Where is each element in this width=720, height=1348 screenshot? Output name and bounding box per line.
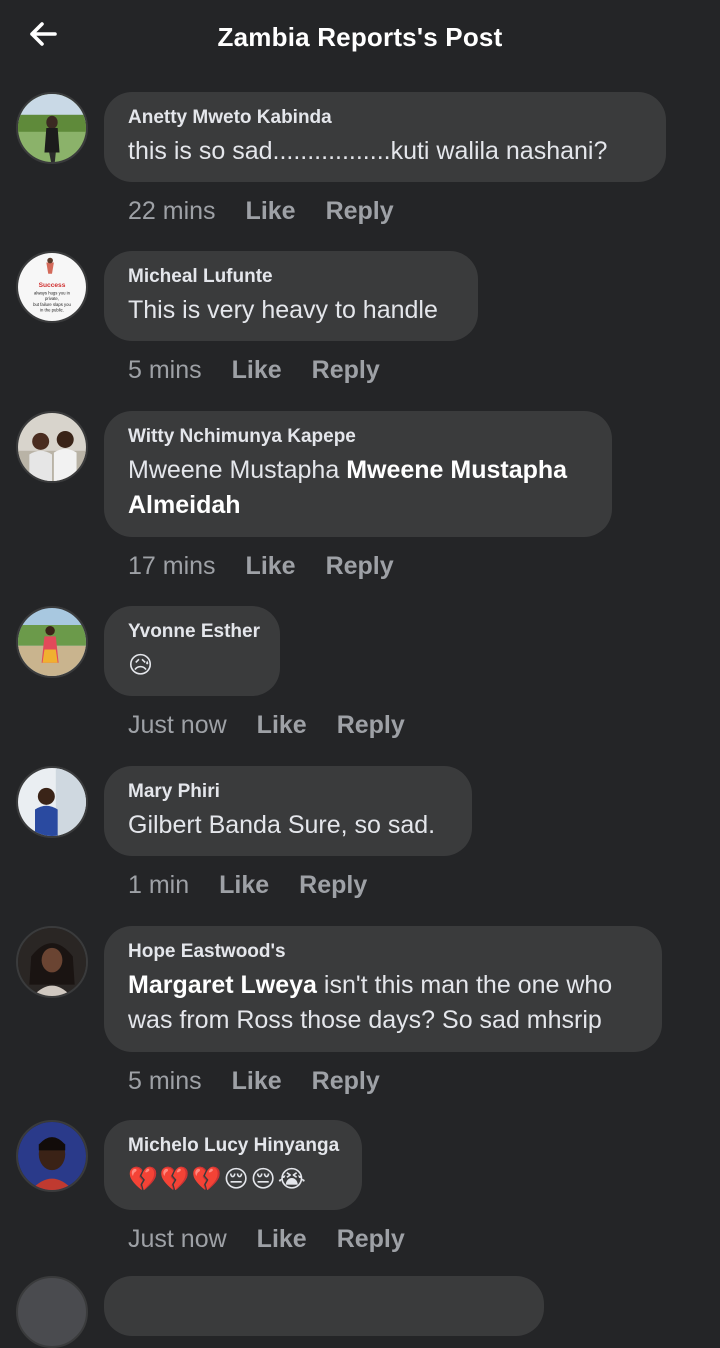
mention-link[interactable]: Mweene Mustapha — [346, 456, 567, 484]
avatar-text: Success — [39, 282, 66, 289]
comment-author[interactable]: Yvonne Esther — [128, 620, 260, 644]
like-button[interactable]: Like — [219, 870, 269, 900]
comment-bubble[interactable]: Michelo Lucy Hinyanga 💔💔💔😔😔😭 — [104, 1120, 362, 1210]
comment-meta: 5 mins Like Reply — [128, 355, 410, 385]
avatar-text: but failure slaps you — [33, 302, 71, 307]
comment-time[interactable]: 5 mins — [128, 355, 202, 385]
reply-button[interactable]: Reply — [299, 870, 367, 900]
avatar[interactable] — [16, 1120, 88, 1192]
comment-text: Mweene Mustapha Mweene Mustapha Almeidah — [128, 453, 588, 523]
top-bar: Zambia Reports's Post — [0, 0, 720, 78]
comment-bubble[interactable]: Anetty Mweto Kabinda this is so sad.....… — [104, 92, 666, 182]
reply-button[interactable]: Reply — [312, 1066, 380, 1096]
comment-author[interactable]: Hope Eastwood's — [128, 940, 638, 964]
comment-text-part: Mweene Mustapha — [128, 456, 347, 484]
avatar[interactable] — [16, 1276, 88, 1348]
comment-text: 💔💔💔😔😔😭 — [128, 1165, 308, 1193]
like-button[interactable]: Like — [246, 196, 296, 226]
comment-bubble[interactable] — [104, 1276, 544, 1336]
like-button[interactable]: Like — [246, 551, 296, 581]
comment-text: This is very heavy to handle — [128, 296, 438, 324]
avatar[interactable] — [16, 606, 88, 678]
comment-meta: Just now Like Reply — [128, 1224, 435, 1254]
comment-meta: 5 mins Like Reply — [128, 1066, 410, 1096]
avatar-text: private, — [45, 296, 59, 301]
comment-meta: 22 mins Like Reply — [128, 196, 424, 226]
like-button[interactable]: Like — [232, 355, 282, 385]
comment-time[interactable]: Just now — [128, 1224, 227, 1254]
avatar[interactable] — [16, 92, 88, 164]
comment-text: Gilbert Banda Sure, so sad. — [128, 811, 436, 839]
avatar[interactable] — [16, 926, 88, 998]
comment-meta: 17 mins Like Reply — [128, 551, 424, 581]
comment-time[interactable]: 1 min — [128, 870, 189, 900]
comment-author[interactable]: Michelo Lucy Hinyanga — [128, 1134, 339, 1158]
avatar[interactable] — [16, 411, 88, 483]
like-button[interactable]: Like — [232, 1066, 282, 1096]
mention-link[interactable]: Margaret Lweya — [128, 971, 317, 999]
comment-bubble[interactable]: Yvonne Esther 😥 — [104, 606, 280, 696]
comment-text-part: was from Ross those days? So sad mhsrip — [128, 1006, 602, 1034]
avatar-text: always hugs you in — [34, 291, 71, 296]
comment-time[interactable]: Just now — [128, 710, 227, 740]
reply-button[interactable]: Reply — [326, 196, 394, 226]
comment-text-part: isn't this man the one who — [316, 971, 613, 999]
reply-button[interactable]: Reply — [337, 1224, 405, 1254]
comment-meta: 1 min Like Reply — [128, 870, 397, 900]
avatar[interactable]: Success always hugs you in private, but … — [16, 251, 88, 323]
comment-time[interactable]: 22 mins — [128, 196, 216, 226]
comment-bubble[interactable]: Mary Phiri Gilbert Banda Sure, so sad. — [104, 766, 472, 856]
avatar-text: in the public. — [40, 308, 64, 313]
reply-button[interactable]: Reply — [337, 710, 405, 740]
page-title: Zambia Reports's Post — [217, 22, 503, 52]
reply-button[interactable]: Reply — [312, 355, 380, 385]
reply-button[interactable]: Reply — [326, 551, 394, 581]
comment-author[interactable]: Witty Nchimunya Kapepe — [128, 425, 588, 449]
comment-time[interactable]: 5 mins — [128, 1066, 202, 1096]
comment-text: Margaret Lweya isn't this man the one wh… — [128, 968, 638, 1038]
comment-time[interactable]: 17 mins — [128, 551, 216, 581]
comment-text: this is so sad.................kuti wali… — [128, 137, 608, 165]
avatar[interactable] — [16, 766, 88, 838]
like-button[interactable]: Like — [257, 1224, 307, 1254]
comment-bubble[interactable]: Witty Nchimunya Kapepe Mweene Mustapha M… — [104, 411, 612, 537]
comment-bubble[interactable]: Micheal Lufunte This is very heavy to ha… — [104, 251, 478, 341]
comment-author[interactable]: Mary Phiri — [128, 780, 448, 804]
mention-link[interactable]: Almeidah — [128, 491, 241, 519]
like-button[interactable]: Like — [257, 710, 307, 740]
comment-author[interactable]: Micheal Lufunte — [128, 265, 454, 289]
comment-bubble[interactable]: Hope Eastwood's Margaret Lweya isn't thi… — [104, 926, 662, 1052]
comment-meta: Just now Like Reply — [128, 710, 435, 740]
comment-author[interactable]: Anetty Mweto Kabinda — [128, 106, 642, 130]
comment-text: 😥 — [128, 651, 156, 679]
